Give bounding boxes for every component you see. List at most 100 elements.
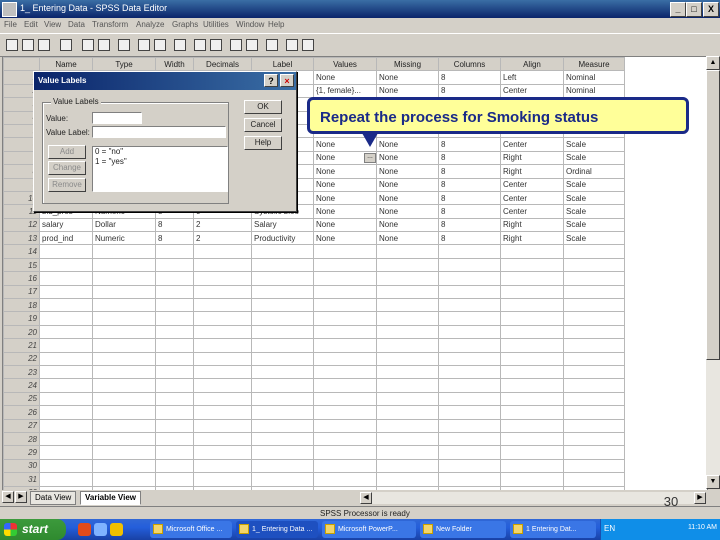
print-icon[interactable] xyxy=(36,37,52,53)
cell-columns[interactable] xyxy=(438,298,501,313)
cancel-button[interactable]: Cancel xyxy=(244,118,282,132)
insert-variable-icon[interactable] xyxy=(208,37,224,53)
cell-missing[interactable] xyxy=(376,418,439,433)
cell-missing[interactable] xyxy=(376,311,439,326)
cell-columns[interactable] xyxy=(438,378,501,393)
cell-label[interactable] xyxy=(251,431,314,447)
cell-values[interactable] xyxy=(313,391,377,407)
cell-columns[interactable] xyxy=(438,311,501,326)
cell-name[interactable] xyxy=(39,472,93,487)
cell-columns[interactable]: 8 xyxy=(438,70,501,85)
cell-align[interactable] xyxy=(500,298,564,313)
cell-label[interactable] xyxy=(251,364,314,380)
cell-columns[interactable] xyxy=(438,244,501,259)
quicklaunch-media-icon[interactable] xyxy=(94,523,107,536)
cell-align[interactable] xyxy=(500,418,564,433)
cell-name[interactable] xyxy=(39,298,93,313)
cell-width[interactable] xyxy=(155,244,194,259)
cell-missing[interactable] xyxy=(376,431,439,447)
menu-view[interactable]: View xyxy=(44,20,61,29)
cell-values[interactable] xyxy=(313,271,377,286)
cell-label[interactable]: Salary xyxy=(251,217,314,233)
cell-align[interactable] xyxy=(500,431,564,447)
column-header-label[interactable]: Label xyxy=(251,57,314,72)
cell-width[interactable] xyxy=(155,445,194,460)
cell-missing[interactable] xyxy=(376,257,439,273)
scroll-thumb[interactable] xyxy=(706,70,720,360)
cell-type[interactable] xyxy=(92,364,156,380)
cell-missing[interactable] xyxy=(376,378,439,393)
menu-analyze[interactable]: Analyze xyxy=(136,20,164,29)
row-number[interactable]: 30 xyxy=(3,458,40,474)
cell-decimals[interactable] xyxy=(193,284,252,300)
cell-name[interactable] xyxy=(39,338,93,353)
cell-columns[interactable] xyxy=(438,324,501,340)
cell-name[interactable] xyxy=(39,324,93,340)
cell-name[interactable] xyxy=(39,351,93,366)
menu-help[interactable]: Help xyxy=(268,20,284,29)
cell-type[interactable] xyxy=(92,257,156,273)
cell-align[interactable]: Center xyxy=(500,204,564,219)
menu-graphs[interactable]: Graphs xyxy=(172,20,198,29)
cell-missing[interactable] xyxy=(376,364,439,380)
cell-width[interactable] xyxy=(155,431,194,447)
cell-align[interactable] xyxy=(500,391,564,407)
cell-align[interactable]: Right xyxy=(500,231,564,246)
cell-missing[interactable]: None xyxy=(376,217,439,233)
cell-columns[interactable]: 8 xyxy=(438,83,501,99)
scroll-right-icon[interactable]: ▶ xyxy=(694,492,706,504)
cell-missing[interactable] xyxy=(376,298,439,313)
cell-missing[interactable] xyxy=(376,391,439,407)
cell-name[interactable] xyxy=(39,271,93,286)
cell-columns[interactable] xyxy=(438,271,501,286)
cell-measure[interactable] xyxy=(563,351,625,366)
cell-measure[interactable] xyxy=(563,458,625,474)
row-number[interactable]: 16 xyxy=(3,271,40,286)
cell-label[interactable] xyxy=(251,391,314,407)
cell-width[interactable] xyxy=(155,257,194,273)
cell-type[interactable] xyxy=(92,351,156,366)
cell-align[interactable] xyxy=(500,458,564,474)
cell-type[interactable] xyxy=(92,391,156,407)
cell-decimals[interactable]: 2 xyxy=(193,231,252,246)
cell-decimals[interactable] xyxy=(193,458,252,474)
goto-case-icon[interactable] xyxy=(136,37,152,53)
cell-align[interactable] xyxy=(500,378,564,393)
cell-align[interactable]: Left xyxy=(500,70,564,85)
change-button[interactable]: Change xyxy=(48,161,86,175)
cell-measure[interactable]: Scale xyxy=(563,204,625,219)
cell-measure[interactable] xyxy=(563,311,625,326)
horizontal-scrollbar[interactable]: ◀ ▶ xyxy=(360,492,706,504)
cell-width[interactable] xyxy=(155,311,194,326)
cell-missing[interactable] xyxy=(376,445,439,460)
column-header-align[interactable]: Align xyxy=(500,57,564,72)
clock[interactable]: 11:10 AM xyxy=(688,524,717,531)
cell-width[interactable] xyxy=(155,378,194,393)
cell-decimals[interactable] xyxy=(193,311,252,326)
cell-width[interactable]: 8 xyxy=(155,231,194,246)
row-number[interactable]: 28 xyxy=(3,431,40,447)
cell-align[interactable] xyxy=(500,271,564,286)
cell-values[interactable] xyxy=(313,244,377,259)
cell-columns[interactable] xyxy=(438,418,501,433)
cell-width[interactable] xyxy=(155,298,194,313)
tab-data-view[interactable]: Data View xyxy=(30,491,77,505)
cell-decimals[interactable] xyxy=(193,431,252,447)
column-header-missing[interactable]: Missing xyxy=(376,57,439,72)
vertical-scrollbar[interactable]: ▲ ▼ xyxy=(706,56,720,489)
cell-align[interactable]: Center xyxy=(500,83,564,99)
cell-missing[interactable]: None xyxy=(376,70,439,85)
cell-decimals[interactable] xyxy=(193,351,252,366)
cell-name[interactable] xyxy=(39,431,93,447)
row-number[interactable]: 17 xyxy=(3,284,40,300)
cell-decimals[interactable] xyxy=(193,418,252,433)
cell-align[interactable] xyxy=(500,472,564,487)
cell-measure[interactable] xyxy=(563,338,625,353)
split-file-icon[interactable] xyxy=(228,37,244,53)
goto-chart-icon[interactable] xyxy=(116,37,132,53)
cell-columns[interactable] xyxy=(438,458,501,474)
help-button[interactable]: Help xyxy=(244,136,282,150)
column-header-type[interactable]: Type xyxy=(92,57,156,72)
cell-columns[interactable] xyxy=(438,284,501,300)
tab-variable-view[interactable]: Variable View xyxy=(80,491,141,505)
